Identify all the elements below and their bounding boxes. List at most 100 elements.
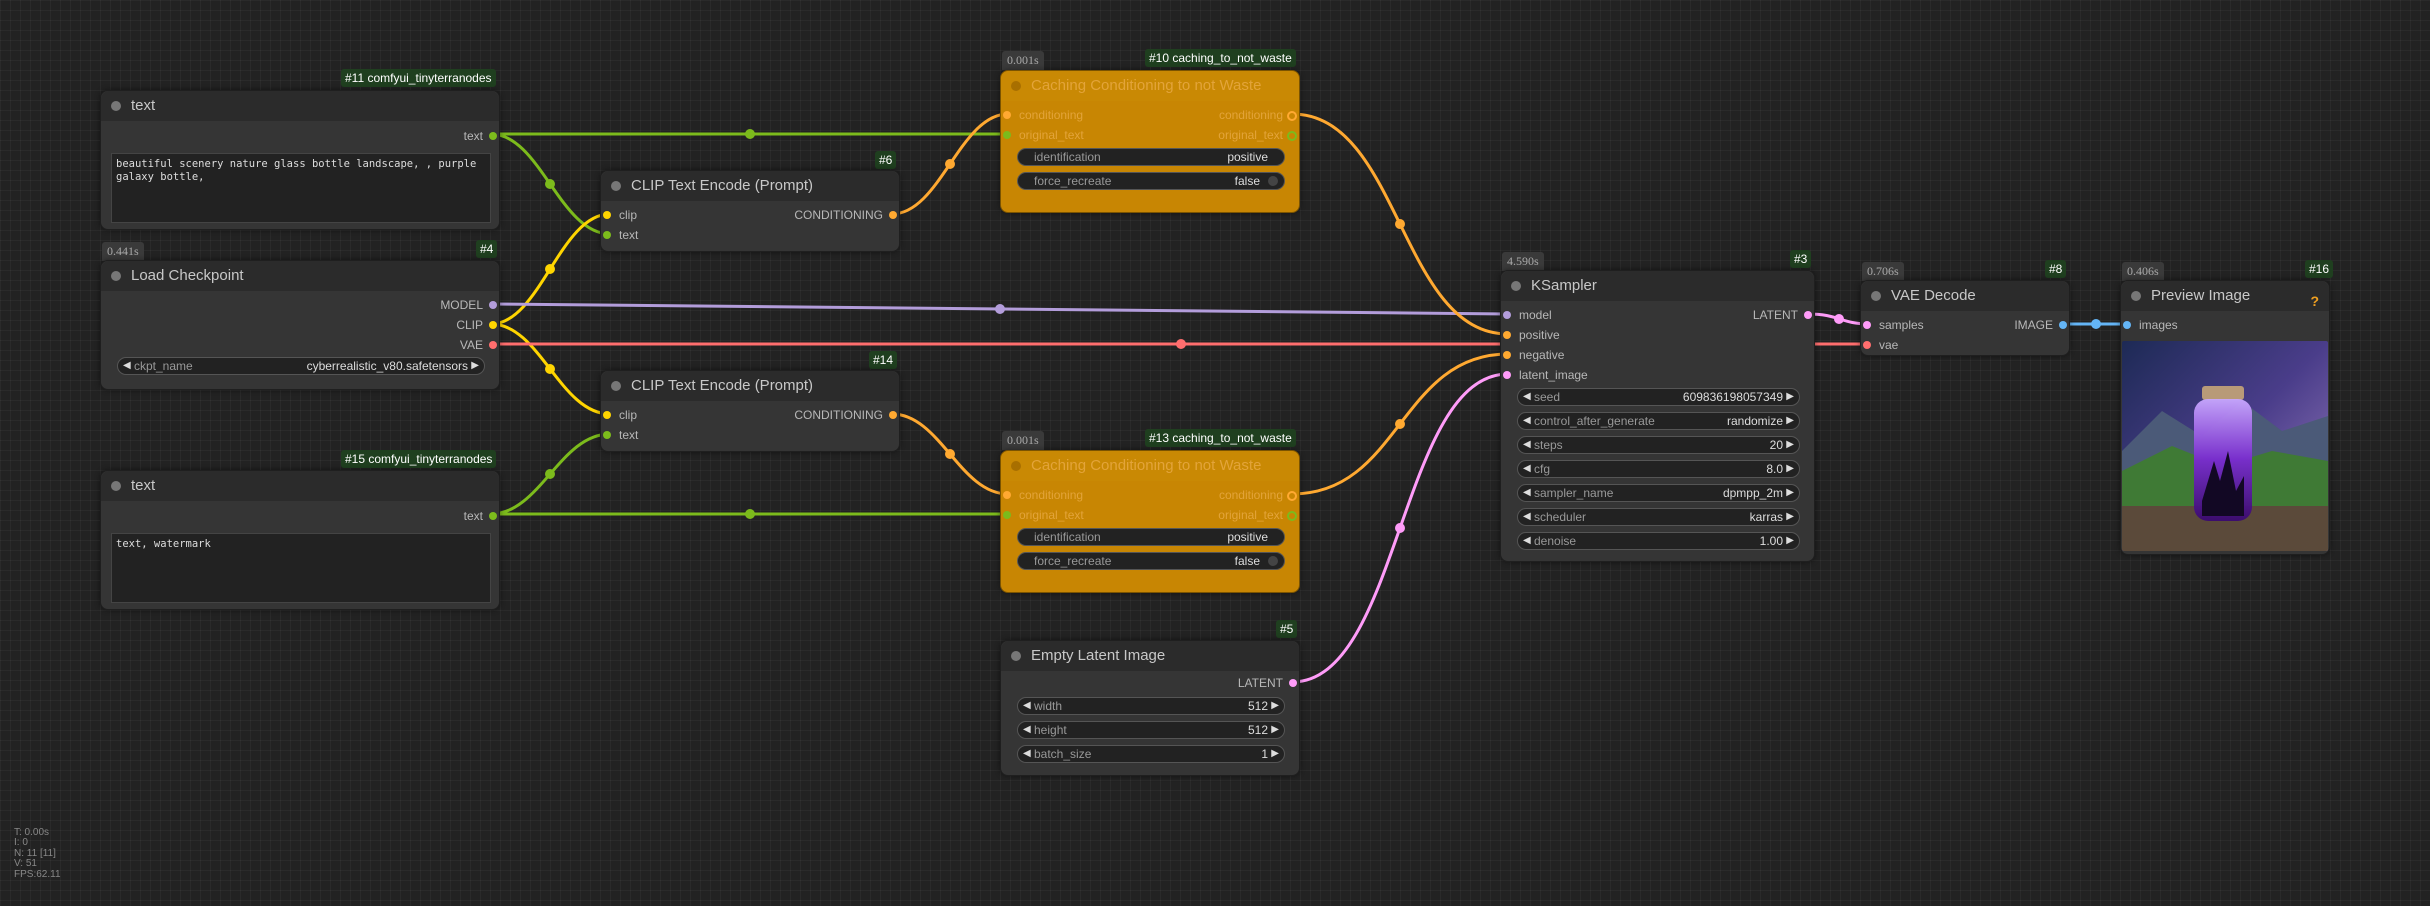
text-node-positive[interactable]: text text beautiful scenery nature glass… bbox=[100, 90, 500, 230]
slot-dot-icon[interactable] bbox=[1804, 311, 1812, 319]
width-stepper[interactable]: ◀ width 512 ▶ bbox=[1017, 697, 1285, 715]
output-slot-latent[interactable]: LATENT bbox=[1238, 676, 1299, 690]
input-slot-images[interactable]: images bbox=[2121, 318, 2178, 332]
force-recreate-toggle[interactable]: force_recreate false bbox=[1017, 552, 1285, 570]
collapse-dot-icon[interactable] bbox=[1011, 651, 1021, 661]
arrow-left-icon[interactable]: ◀ bbox=[1523, 437, 1531, 453]
collapse-dot-icon[interactable] bbox=[111, 271, 121, 281]
collapse-dot-icon[interactable] bbox=[1511, 281, 1521, 291]
arrow-right-icon[interactable]: ▶ bbox=[1271, 698, 1279, 714]
arrow-right-icon[interactable]: ▶ bbox=[1271, 722, 1279, 738]
arrow-left-icon[interactable]: ◀ bbox=[1023, 698, 1031, 714]
output-slot-model[interactable]: MODEL bbox=[440, 298, 499, 312]
collapse-dot-icon[interactable] bbox=[1871, 291, 1881, 301]
slot-dot-icon[interactable] bbox=[1003, 111, 1011, 119]
identification-field[interactable]: identification positive bbox=[1017, 528, 1285, 546]
input-slot-positive[interactable]: positive bbox=[1501, 328, 1560, 342]
arrow-left-icon[interactable]: ◀ bbox=[1523, 413, 1531, 429]
arrow-right-icon[interactable]: ▶ bbox=[1786, 485, 1794, 501]
prompt-textarea[interactable]: text, watermark bbox=[111, 533, 491, 603]
control-after-generate-combo[interactable]: ◀ control_after_generate randomize ▶ bbox=[1517, 412, 1800, 430]
clip-text-encode-positive[interactable]: CLIP Text Encode (Prompt) clip text COND… bbox=[600, 170, 900, 252]
input-slot-original-text[interactable]: original_text bbox=[1001, 508, 1084, 522]
preview-image-node[interactable]: Preview Image? images bbox=[2120, 280, 2330, 555]
input-slot-samples[interactable]: samples bbox=[1861, 318, 1924, 332]
height-stepper[interactable]: ◀ height 512 ▶ bbox=[1017, 721, 1285, 739]
collapse-dot-icon[interactable] bbox=[1011, 461, 1021, 471]
arrow-right-icon[interactable]: ▶ bbox=[1786, 461, 1794, 477]
clip-text-encode-negative[interactable]: CLIP Text Encode (Prompt) clip text COND… bbox=[600, 370, 900, 452]
arrow-right-icon[interactable]: ▶ bbox=[1786, 437, 1794, 453]
slot-dot-icon[interactable] bbox=[1287, 511, 1297, 521]
input-slot-clip[interactable]: clip bbox=[601, 208, 637, 222]
arrow-right-icon[interactable]: ▶ bbox=[1786, 413, 1794, 429]
node-title[interactable]: Load Checkpoint bbox=[101, 261, 499, 291]
slot-dot-icon[interactable] bbox=[1003, 491, 1011, 499]
load-checkpoint-node[interactable]: Load Checkpoint MODEL CLIP VAE ◀ ckpt_na… bbox=[100, 260, 500, 390]
node-title[interactable]: Empty Latent Image bbox=[1001, 641, 1299, 671]
slot-dot-icon[interactable] bbox=[489, 512, 497, 520]
arrow-left-icon[interactable]: ◀ bbox=[1523, 509, 1531, 525]
slot-dot-icon[interactable] bbox=[1003, 511, 1011, 519]
node-title[interactable]: text bbox=[101, 91, 499, 121]
slot-dot-icon[interactable] bbox=[603, 231, 611, 239]
steps-stepper[interactable]: ◀ steps 20 ▶ bbox=[1517, 436, 1800, 454]
slot-dot-icon[interactable] bbox=[889, 211, 897, 219]
ckpt-name-combo[interactable]: ◀ ckpt_name cyberrealistic_v80.safetenso… bbox=[117, 357, 485, 375]
force-recreate-toggle[interactable]: force_recreate false bbox=[1017, 172, 1285, 190]
slot-dot-icon[interactable] bbox=[489, 321, 497, 329]
input-slot-original-text[interactable]: original_text bbox=[1001, 128, 1084, 142]
output-slot-clip[interactable]: CLIP bbox=[456, 318, 499, 332]
input-slot-text[interactable]: text bbox=[601, 228, 638, 242]
input-slot-clip[interactable]: clip bbox=[601, 408, 637, 422]
arrow-right-icon[interactable]: ▶ bbox=[1786, 509, 1794, 525]
output-slot-conditioning[interactable]: CONDITIONING bbox=[794, 408, 899, 422]
slot-dot-icon[interactable] bbox=[489, 301, 497, 309]
denoise-stepper[interactable]: ◀ denoise 1.00 ▶ bbox=[1517, 532, 1800, 550]
vae-decode-node[interactable]: VAE Decode samples vae IMAGE bbox=[1860, 280, 2070, 356]
preview-image[interactable] bbox=[2122, 341, 2328, 551]
node-title[interactable]: Preview Image? bbox=[2121, 281, 2329, 311]
node-title[interactable]: text bbox=[101, 471, 499, 501]
slot-dot-icon[interactable] bbox=[1287, 491, 1297, 501]
arrow-left-icon[interactable]: ◀ bbox=[1523, 389, 1531, 405]
input-slot-conditioning[interactable]: conditioning bbox=[1001, 488, 1083, 502]
output-slot-conditioning[interactable]: conditioning bbox=[1219, 488, 1299, 502]
cfg-stepper[interactable]: ◀ cfg 8.0 ▶ bbox=[1517, 460, 1800, 478]
prompt-textarea[interactable]: beautiful scenery nature glass bottle la… bbox=[111, 153, 491, 223]
slot-dot-icon[interactable] bbox=[1503, 351, 1511, 359]
ksampler-node[interactable]: KSampler model positive negative latent_… bbox=[1500, 270, 1815, 562]
output-slot-text[interactable]: text bbox=[464, 129, 499, 143]
slot-dot-icon[interactable] bbox=[1503, 331, 1511, 339]
input-slot-conditioning[interactable]: conditioning bbox=[1001, 108, 1083, 122]
seed-stepper[interactable]: ◀ seed 609836198057349 ▶ bbox=[1517, 388, 1800, 406]
toggle-knob-icon[interactable] bbox=[1268, 556, 1278, 566]
slot-dot-icon[interactable] bbox=[603, 431, 611, 439]
arrow-left-icon[interactable]: ◀ bbox=[1523, 461, 1531, 477]
sampler-name-combo[interactable]: ◀ sampler_name dpmpp_2m ▶ bbox=[1517, 484, 1800, 502]
slot-dot-icon[interactable] bbox=[2123, 321, 2131, 329]
slot-dot-icon[interactable] bbox=[1287, 111, 1297, 121]
slot-dot-icon[interactable] bbox=[603, 211, 611, 219]
toggle-knob-icon[interactable] bbox=[1268, 176, 1278, 186]
output-slot-conditioning[interactable]: conditioning bbox=[1219, 108, 1299, 122]
node-title[interactable]: KSampler bbox=[1501, 271, 1814, 301]
input-slot-latent-image[interactable]: latent_image bbox=[1501, 368, 1588, 382]
caching-conditioning-negative[interactable]: Caching Conditioning to not Waste condit… bbox=[1000, 450, 1300, 593]
slot-dot-icon[interactable] bbox=[489, 341, 497, 349]
slot-dot-icon[interactable] bbox=[1003, 131, 1011, 139]
output-slot-original-text[interactable]: original_text bbox=[1218, 508, 1299, 522]
arrow-right-icon[interactable]: ▶ bbox=[1786, 389, 1794, 405]
arrow-left-icon[interactable]: ◀ bbox=[1023, 722, 1031, 738]
node-title[interactable]: Caching Conditioning to not Waste bbox=[1001, 451, 1299, 481]
node-title[interactable]: CLIP Text Encode (Prompt) bbox=[601, 171, 899, 201]
scheduler-combo[interactable]: ◀ scheduler karras ▶ bbox=[1517, 508, 1800, 526]
node-title[interactable]: VAE Decode bbox=[1861, 281, 2069, 311]
slot-dot-icon[interactable] bbox=[1503, 371, 1511, 379]
collapse-dot-icon[interactable] bbox=[611, 181, 621, 191]
output-slot-conditioning[interactable]: CONDITIONING bbox=[794, 208, 899, 222]
node-title[interactable]: CLIP Text Encode (Prompt) bbox=[601, 371, 899, 401]
identification-field[interactable]: identification positive bbox=[1017, 148, 1285, 166]
arrow-right-icon[interactable]: ▶ bbox=[1271, 746, 1279, 762]
input-slot-vae[interactable]: vae bbox=[1861, 338, 1898, 352]
